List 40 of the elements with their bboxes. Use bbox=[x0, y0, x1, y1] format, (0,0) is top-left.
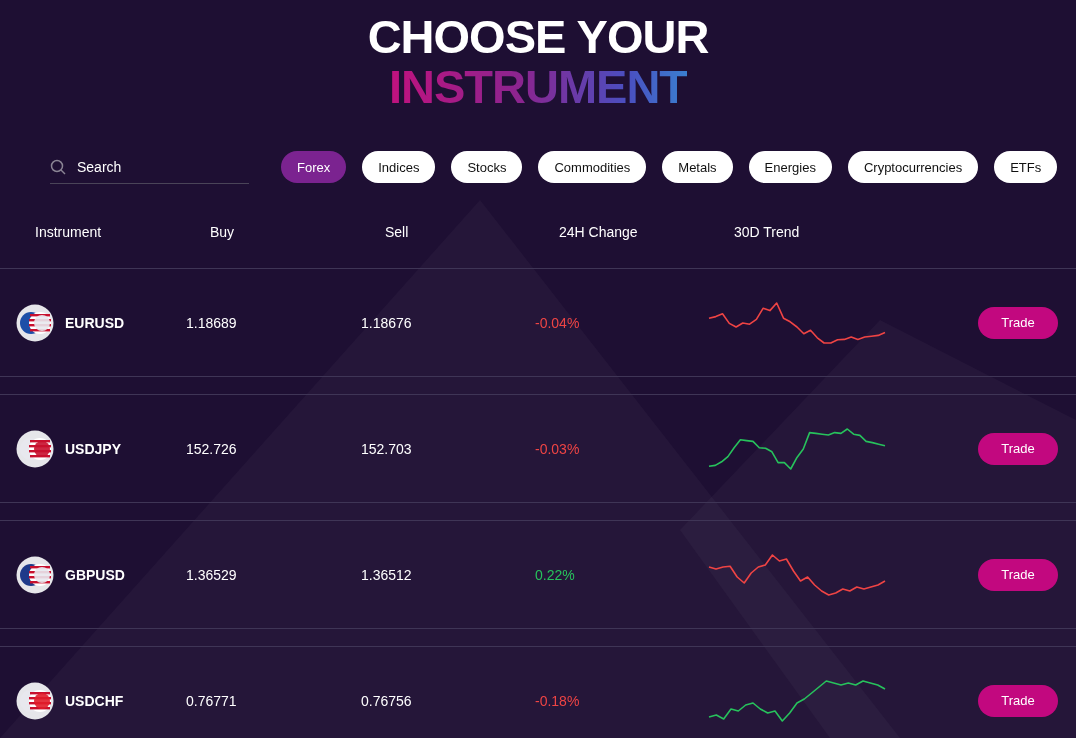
change-percent: 0.22% bbox=[535, 566, 576, 583]
column-header: Buy bbox=[210, 224, 236, 240]
change-percent: -0.04% bbox=[535, 314, 581, 331]
instrument-name: EURUSD bbox=[65, 314, 125, 331]
trade-button[interactable]: Trade bbox=[978, 684, 1058, 717]
column-header: 24H Change bbox=[559, 224, 639, 240]
column-header: Sell bbox=[385, 224, 410, 240]
sell-price: 1.18676 bbox=[361, 314, 413, 331]
flag-icon bbox=[16, 555, 54, 594]
column-header: Instrument bbox=[35, 224, 103, 240]
category-tab[interactable]: Energies bbox=[748, 151, 832, 183]
category-tab[interactable]: Indices bbox=[362, 151, 436, 183]
column-header: 30D Trend bbox=[734, 224, 801, 240]
buy-price: 1.18689 bbox=[186, 314, 238, 331]
category-tab[interactable]: Cryptocurrencies bbox=[847, 151, 979, 183]
search-icon bbox=[50, 159, 66, 175]
category-tab[interactable]: Forex bbox=[281, 151, 347, 183]
instrument-name: USDCHF bbox=[65, 692, 124, 709]
instrument-name: USDJPY bbox=[65, 440, 122, 457]
flag-icon bbox=[16, 303, 54, 342]
page-title: CHOOSE YOUR bbox=[367, 12, 709, 62]
trade-button[interactable]: Trade bbox=[978, 558, 1058, 591]
category-tab[interactable]: Commodities bbox=[538, 151, 647, 183]
buy-price: 152.726 bbox=[186, 440, 238, 457]
sell-price: 152.703 bbox=[361, 440, 413, 457]
search-field[interactable]: Search bbox=[50, 150, 249, 184]
category-tab[interactable]: ETFs bbox=[994, 151, 1058, 183]
category-tab[interactable]: Metals bbox=[662, 151, 733, 183]
category-tab[interactable]: Stocks bbox=[451, 151, 523, 183]
buy-price: 1.36529 bbox=[186, 566, 238, 583]
sell-price: 1.36512 bbox=[361, 566, 413, 583]
change-percent: -0.03% bbox=[535, 440, 581, 457]
sell-price: 0.76756 bbox=[361, 692, 413, 709]
change-percent: -0.18% bbox=[535, 692, 581, 709]
trade-button[interactable]: Trade bbox=[978, 306, 1058, 339]
trade-button[interactable]: Trade bbox=[978, 432, 1058, 465]
flag-icon bbox=[16, 429, 54, 468]
buy-price: 0.76771 bbox=[186, 692, 238, 709]
instrument-name: GBPUSD bbox=[65, 566, 125, 583]
flag-icon bbox=[16, 681, 54, 720]
